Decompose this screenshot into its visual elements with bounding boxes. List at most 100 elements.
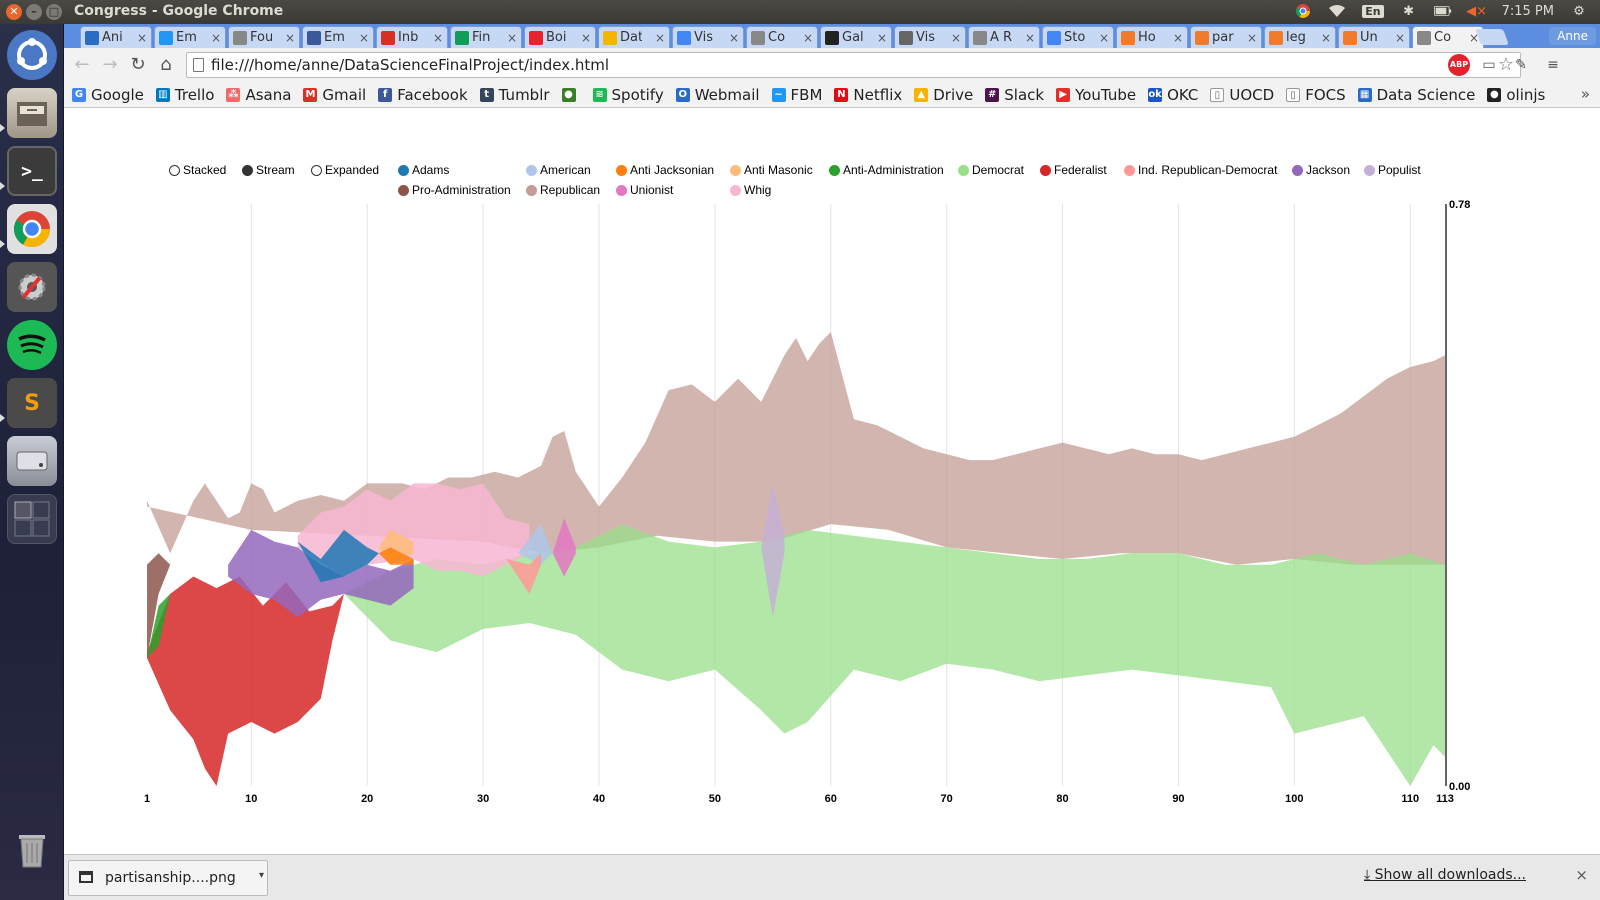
bookmark-item[interactable]: ok OKC [1148, 86, 1198, 104]
browser-tab[interactable]: Ho × [1116, 26, 1188, 48]
home-button[interactable]: ⌂ [154, 53, 178, 77]
forward-button[interactable]: → [98, 53, 122, 77]
bookmark-item[interactable]: G Google [72, 86, 144, 104]
netflix-icon: N [834, 87, 849, 102]
download-item[interactable]: partisanship....png ▾ [68, 860, 268, 896]
browser-tab[interactable]: Co × [746, 26, 818, 48]
minimize-window-button[interactable]: – [26, 4, 42, 20]
cast-icon[interactable]: ▭ [1478, 54, 1500, 76]
bookmark-item[interactable]: M Gmail [303, 86, 366, 104]
maximize-window-button[interactable]: □ [46, 4, 62, 20]
adblock-plus-icon[interactable]: ABP [1448, 54, 1470, 76]
chrome-tray-icon[interactable] [1294, 3, 1312, 19]
browser-tab[interactable]: Fou × [228, 26, 300, 48]
bookmark-item[interactable]: ▯ UOCD [1210, 86, 1274, 104]
keyboard-language-indicator[interactable]: En [1362, 4, 1384, 18]
browser-tab[interactable]: A R × [968, 26, 1040, 48]
tab-close-icon[interactable]: × [1099, 31, 1109, 45]
profile-button[interactable]: Anne [1549, 27, 1596, 45]
browser-tab[interactable]: Un × [1338, 26, 1410, 48]
browser-tab[interactable]: Vis × [894, 26, 966, 48]
bookmark-item[interactable]: ● olinjs [1487, 86, 1545, 104]
ubuntu-dash-icon[interactable] [7, 30, 57, 80]
bookmark-item[interactable]: ▶ YouTube [1056, 86, 1136, 104]
page-icon [751, 30, 765, 45]
trash-icon[interactable] [7, 824, 57, 874]
battery-icon[interactable] [1433, 3, 1452, 19]
browser-tab[interactable]: Vis × [672, 26, 744, 48]
okc-icon: ok [1148, 87, 1163, 102]
window-title: Congress - Google Chrome [74, 3, 284, 19]
tab-close-icon[interactable]: × [1321, 31, 1331, 45]
bookmark-item[interactable]: ~ FBM [771, 86, 822, 104]
bookmark-item[interactable]: ▲ Drive [914, 86, 973, 104]
disk-drive-icon[interactable] [7, 436, 57, 486]
tumblr-icon: t [479, 87, 494, 102]
close-download-shelf-icon[interactable]: × [1575, 866, 1588, 884]
new-tab-button[interactable] [1475, 29, 1509, 45]
bookmark-item[interactable]: ≋ Spotify [592, 86, 664, 104]
tab-close-icon[interactable]: × [359, 31, 369, 45]
bookmark-item[interactable]: ▥ Trello [155, 86, 214, 104]
bluetooth-icon[interactable]: ✱ [1400, 3, 1418, 19]
show-all-downloads-link[interactable]: ⤓ Show all downloads... [1364, 867, 1526, 883]
browser-tab[interactable]: leg × [1264, 26, 1336, 48]
tab-close-icon[interactable]: × [655, 31, 665, 45]
bookmark-item[interactable]: ▦ Data Science [1357, 86, 1475, 104]
browser-tab[interactable]: Gal × [820, 26, 892, 48]
system-settings-icon[interactable] [7, 262, 57, 312]
download-menu-arrow-icon[interactable]: ▾ [259, 870, 264, 881]
browser-tab[interactable]: par × [1190, 26, 1262, 48]
tab-title: par [1212, 30, 1234, 45]
reload-button[interactable]: ↻ [126, 53, 150, 77]
sublime-text-icon[interactable]: S [7, 378, 57, 428]
power-gear-icon[interactable]: ⚙ [1570, 3, 1588, 19]
tab-close-icon[interactable]: × [285, 31, 295, 45]
bookmark-item[interactable]: N Netflix [834, 86, 902, 104]
back-button[interactable]: ← [70, 53, 94, 77]
chrome-launcher-icon[interactable] [7, 204, 57, 254]
tab-close-icon[interactable]: × [1247, 31, 1257, 45]
eyedropper-icon[interactable]: ✎ [1510, 54, 1532, 76]
tab-close-icon[interactable]: × [137, 31, 147, 45]
workspace-switcher-icon[interactable] [7, 494, 57, 544]
bookmark-item[interactable]: t Tumblr [479, 86, 550, 104]
tab-close-icon[interactable]: × [877, 31, 887, 45]
tab-close-icon[interactable]: × [433, 31, 443, 45]
tab-close-icon[interactable]: × [211, 31, 221, 45]
bookmark-item[interactable]: f Facebook [378, 86, 468, 104]
browser-tab[interactable]: Ani × [80, 26, 152, 48]
close-window-button[interactable]: ✕ [6, 4, 22, 20]
browser-tab[interactable]: Dat × [598, 26, 670, 48]
more-bookmarks-chevron-icon[interactable]: » [1581, 85, 1590, 103]
tab-close-icon[interactable]: × [803, 31, 813, 45]
browser-tab[interactable]: Em × [154, 26, 226, 48]
browser-tab[interactable]: Co × [1412, 26, 1484, 48]
tab-title: Fin [472, 30, 491, 45]
address-bar[interactable]: file:///home/anne/DataScienceFinalProjec… [186, 52, 1521, 78]
browser-tab[interactable]: Fin × [450, 26, 522, 48]
tab-close-icon[interactable]: × [1173, 31, 1183, 45]
tab-close-icon[interactable]: × [951, 31, 961, 45]
terminal-icon[interactable]: >_ [7, 146, 57, 196]
menu-icon[interactable]: ≡ [1542, 54, 1564, 76]
spotify-launcher-icon[interactable] [7, 320, 57, 370]
bookmark-item[interactable]: # Slack [985, 86, 1044, 104]
browser-tab[interactable]: Boi × [524, 26, 596, 48]
bookmark-item[interactable]: O Webmail [675, 86, 760, 104]
tab-close-icon[interactable]: × [1025, 31, 1035, 45]
files-icon[interactable] [7, 88, 57, 138]
tab-close-icon[interactable]: × [507, 31, 517, 45]
volume-muted-icon[interactable]: ◀× [1466, 3, 1487, 19]
browser-tab[interactable]: Sto × [1042, 26, 1114, 48]
tab-close-icon[interactable]: × [729, 31, 739, 45]
bookmark-item[interactable]: ● [561, 87, 581, 102]
bookmark-item[interactable]: ▯ FOCS [1286, 86, 1346, 104]
tab-close-icon[interactable]: × [581, 31, 591, 45]
bookmark-item[interactable]: ⁂ Asana [226, 86, 291, 104]
clock[interactable]: 7:15 PM [1502, 4, 1554, 19]
wifi-icon[interactable] [1328, 3, 1346, 19]
browser-tab[interactable]: Inb × [376, 26, 448, 48]
browser-tab[interactable]: Em × [302, 26, 374, 48]
tab-close-icon[interactable]: × [1395, 31, 1405, 45]
